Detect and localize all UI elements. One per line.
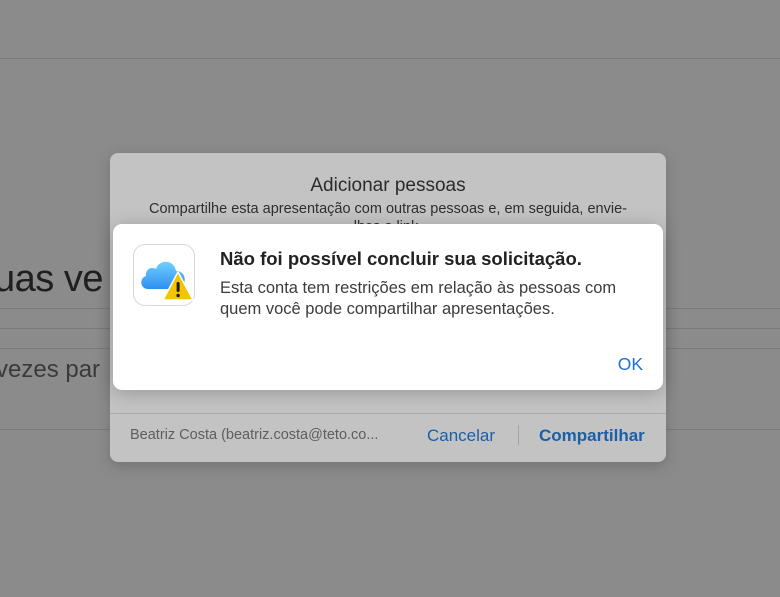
share-button[interactable]: Compartilhar [539,426,645,446]
account-label: Beatriz Costa (beatriz.costa@teto.co... [130,427,379,443]
background-subtext: vezes par [0,356,101,383]
error-alert-dialog: Não foi possível concluir sua solicitaçã… [113,224,663,390]
icloud-warning-icon [133,244,195,306]
footer-button-divider [518,425,519,445]
share-sheet-title: Adicionar pessoas [310,175,466,196]
alert-title: Não foi possível concluir sua solicitaçã… [220,248,582,269]
cancel-button[interactable]: Cancelar [427,426,495,446]
divider [0,58,780,59]
alert-message: Esta conta tem restrições em relação às … [220,279,617,318]
background-heading: uas ve [0,258,103,300]
ok-button[interactable]: OK [618,354,643,375]
share-sheet-footer-divider [110,413,666,414]
